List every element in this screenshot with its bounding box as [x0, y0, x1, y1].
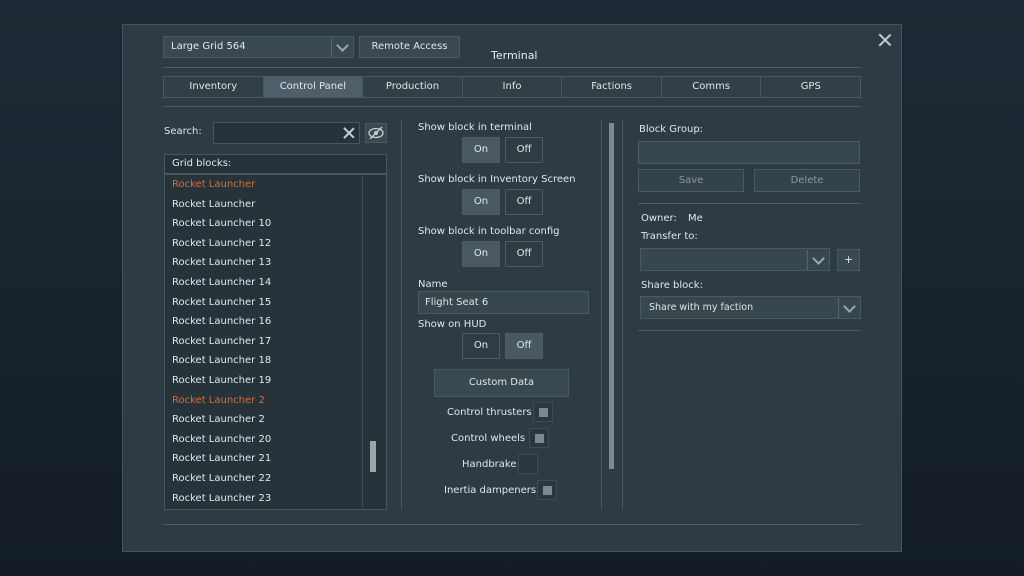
show-inventory-off-button[interactable]: Off	[505, 189, 543, 215]
list-item[interactable]: Rocket Launcher 21	[165, 449, 386, 469]
chevron-down-icon[interactable]	[807, 250, 829, 270]
inertia-dampeners-label: Inertia dampeners	[444, 485, 537, 496]
show-toolbar-on-button[interactable]: On	[462, 241, 500, 267]
control-thrusters-checkbox[interactable]	[533, 402, 553, 422]
show-hud-on-button[interactable]: On	[462, 333, 500, 359]
checkbox-mark	[539, 408, 548, 417]
grid-blocks-header: Grid blocks:	[164, 154, 387, 174]
list-scroll-track	[362, 175, 363, 509]
list-item[interactable]: Rocket Launcher 15	[165, 293, 386, 313]
search-label: Search:	[164, 126, 202, 137]
tab-comms[interactable]: Comms	[661, 77, 762, 97]
tab-gps[interactable]: GPS	[761, 77, 861, 97]
name-label: Name	[418, 279, 448, 290]
list-item[interactable]: Rocket Launcher 12	[165, 234, 386, 254]
block-group-divider	[638, 203, 861, 204]
eye-slash-icon	[368, 126, 384, 140]
checkbox-mark	[535, 434, 544, 443]
control-wheels-checkbox[interactable]	[529, 428, 549, 448]
checkbox-mark	[543, 486, 552, 495]
middle-column-divider-a	[601, 121, 602, 509]
close-icon[interactable]	[878, 33, 892, 47]
list-item[interactable]: Rocket Launcher	[165, 195, 386, 215]
tab-factions[interactable]: Factions	[562, 77, 662, 97]
list-item[interactable]: Rocket Launcher 19	[165, 371, 386, 391]
search-input[interactable]	[213, 122, 360, 144]
list-item[interactable]: Rocket Launcher 2	[165, 410, 386, 430]
terminal-window: Large Grid 564 Remote Access Terminal In…	[122, 24, 902, 552]
list-item[interactable]: Rocket Launcher 20	[165, 430, 386, 450]
show-toolbar-off-button[interactable]: Off	[505, 241, 543, 267]
tab-control-panel[interactable]: Control Panel	[263, 77, 364, 97]
grid-blocks-list: Rocket Launcher Rocket Launcher Rocket Lau…	[164, 174, 387, 510]
show-inventory-label: Show block in Inventory Screen	[418, 174, 576, 185]
share-block-dropdown[interactable]: Share with my faction	[640, 296, 861, 319]
list-item[interactable]: Rocket Launcher 13	[165, 253, 386, 273]
show-terminal-off-button[interactable]: Off	[505, 137, 543, 163]
name-field[interactable]: Flight Seat 6	[418, 291, 589, 314]
show-terminal-on-button[interactable]: On	[462, 137, 500, 163]
add-transfer-button[interactable]: +	[837, 249, 860, 271]
share-block-label: Share block:	[641, 280, 703, 291]
list-item[interactable]: Rocket Launcher 18	[165, 351, 386, 371]
list-item[interactable]: Rocket Launcher 17	[165, 332, 386, 352]
remote-access-button[interactable]: Remote Access	[359, 36, 460, 58]
tab-info[interactable]: Info	[462, 77, 563, 97]
middle-column-divider-b	[622, 121, 623, 509]
footer-divider	[163, 524, 861, 525]
control-wheels-label: Control wheels	[451, 433, 526, 444]
list-item[interactable]: Rocket Launcher 14	[165, 273, 386, 293]
chevron-down-icon[interactable]	[838, 298, 860, 318]
save-button[interactable]: Save	[638, 169, 744, 192]
inertia-dampeners-checkbox[interactable]	[537, 480, 557, 500]
show-toolbar-label: Show block in toolbar config	[418, 226, 560, 237]
grid-select-value: Large Grid 564	[171, 41, 246, 52]
list-item[interactable]: Rocket Launcher 23	[165, 489, 386, 509]
list-item[interactable]: Rocket Launcher 16	[165, 312, 386, 332]
tab-production[interactable]: Production	[363, 77, 463, 97]
delete-button[interactable]: Delete	[754, 169, 860, 192]
transfer-label: Transfer to:	[641, 231, 698, 242]
show-hud-off-button[interactable]: Off	[505, 333, 543, 359]
owner-row: Owner: Me	[641, 213, 703, 224]
show-inventory-on-button[interactable]: On	[462, 189, 500, 215]
list-item[interactable]: Rocket Launcher 2	[165, 391, 386, 411]
header-divider	[163, 67, 861, 68]
tab-bar: Inventory Control Panel Production Info …	[163, 76, 861, 98]
list-item[interactable]: Rocket Launcher 22	[165, 469, 386, 489]
share-block-value: Share with my faction	[649, 302, 754, 313]
block-group-input[interactable]	[638, 141, 860, 164]
grid-select-dropdown[interactable]: Large Grid 564	[163, 36, 354, 58]
control-panel-scrollbar[interactable]	[609, 123, 614, 469]
list-scrollbar[interactable]	[370, 441, 376, 472]
handbrake-label: Handbrake	[462, 459, 517, 470]
block-group-label: Block Group:	[639, 124, 704, 135]
tab-inventory[interactable]: Inventory	[164, 77, 264, 97]
owner-label: Owner:	[641, 213, 677, 224]
hide-toggle-button[interactable]	[365, 123, 387, 143]
handbrake-checkbox[interactable]	[518, 454, 538, 474]
control-thrusters-label: Control thrusters	[447, 407, 532, 418]
custom-data-button[interactable]: Custom Data	[434, 369, 569, 397]
clear-search-icon[interactable]	[343, 127, 355, 139]
chevron-down-icon[interactable]	[331, 37, 353, 57]
list-item[interactable]: Rocket Launcher	[165, 175, 386, 195]
show-hud-label: Show on HUD	[418, 319, 487, 330]
share-divider	[638, 330, 861, 331]
list-item[interactable]: Rocket Launcher 10	[165, 214, 386, 234]
left-column-divider	[401, 121, 402, 509]
window-title: Terminal	[491, 49, 538, 62]
show-terminal-label: Show block in terminal	[418, 122, 532, 133]
owner-value: Me	[688, 213, 703, 224]
tabs-divider	[163, 106, 861, 107]
transfer-dropdown[interactable]	[640, 248, 830, 271]
